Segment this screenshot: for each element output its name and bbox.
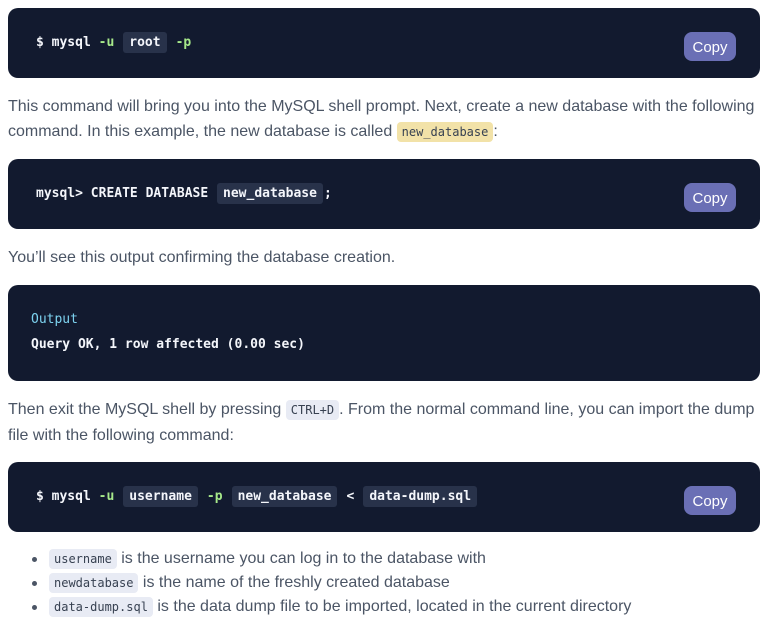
list-item: newdatabase is the name of the freshly c… xyxy=(31,571,631,595)
copy-button[interactable]: Copy xyxy=(684,183,736,212)
code-line: mysql> CREATE DATABASE new_database; xyxy=(36,183,332,204)
copy-button[interactable]: Copy xyxy=(684,486,736,515)
list-item-text: is the name of the freshly created datab… xyxy=(138,574,450,591)
inline-code: new_database xyxy=(396,122,494,142)
code-flag: -p xyxy=(206,489,223,504)
inline-code: CTRL+D xyxy=(285,400,340,420)
list-item-text: is the data dump file to be imported, lo… xyxy=(152,598,632,615)
list-item: data-dump.sql is the data dump file to b… xyxy=(31,595,632,619)
output-block: Output Query OK, 1 row affected (0.00 se… xyxy=(8,285,760,381)
code-statement: mysql> CREATE DATABASE xyxy=(36,186,217,201)
code-variable: root xyxy=(123,32,167,53)
code-prompt: $ mysql xyxy=(36,489,99,504)
code-flag: -u xyxy=(98,35,115,50)
list-item-text: is the username you can log in to the da… xyxy=(116,550,486,567)
code-variable: new_database xyxy=(231,486,338,507)
code-flag: -u xyxy=(98,489,115,504)
copy-button[interactable]: Copy xyxy=(684,32,736,61)
code-terminator: ; xyxy=(323,186,332,201)
output-text: Query OK, 1 row affected (0.00 sec) xyxy=(31,337,305,352)
paragraph-text: Then exit the MySQL shell by pressing xyxy=(8,401,286,418)
code-redirect: < xyxy=(346,489,355,504)
inline-code: data-dump.sql xyxy=(49,597,153,617)
code-line: $ mysql -u username -p new_database < data-du… xyxy=(36,486,478,507)
paragraph: Then exit the MySQL shell by pressing CT… xyxy=(8,397,760,448)
paragraph: This command will bring you into the MyS… xyxy=(8,94,760,145)
list-item: username is the username you can log in … xyxy=(31,547,631,571)
paragraph-text: You’ll see this output confirming the da… xyxy=(8,249,396,266)
inline-code: username xyxy=(49,549,117,569)
code-variable: username xyxy=(123,486,198,507)
code-flag: -p xyxy=(175,35,192,50)
code-block-mysql-login: $ mysql -u root -p Copy xyxy=(8,8,760,78)
code-block-create-database: mysql> CREATE DATABASE new_database; Cop… xyxy=(8,159,760,229)
paragraph-text: : xyxy=(493,123,498,140)
code-prompt: $ mysql xyxy=(36,35,99,50)
code-line: $ mysql -u root -p xyxy=(36,32,191,53)
bullet-list: username is the username you can log in … xyxy=(8,547,631,619)
inline-code: newdatabase xyxy=(49,573,139,593)
code-variable: data-dump.sql xyxy=(363,486,478,507)
code-variable: new_database xyxy=(217,183,323,204)
paragraph-text: This command will bring you into the MyS… xyxy=(8,98,755,140)
code-block-import-dump: $ mysql -u username -p new_database < data-du… xyxy=(8,462,760,532)
output-label: Output xyxy=(31,312,78,327)
paragraph: You’ll see this output confirming the da… xyxy=(8,245,760,270)
